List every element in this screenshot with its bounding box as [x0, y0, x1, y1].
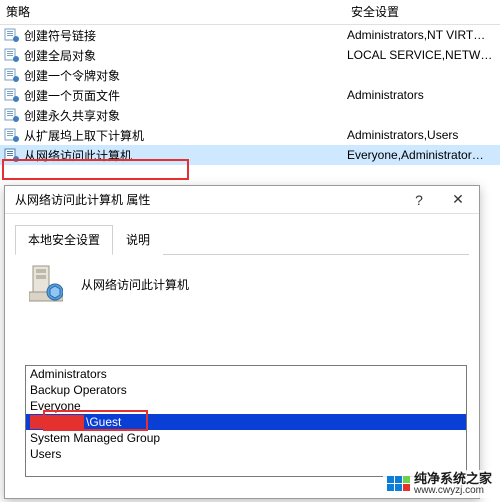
policy-row[interactable]: 创建全局对象 LOCAL SERVICE,NETW… — [0, 45, 500, 65]
watermark-logo-icon — [387, 476, 410, 491]
watermark-brand: 纯净系统之家 — [414, 472, 492, 486]
tab-explain[interactable]: 说明 — [113, 225, 163, 255]
redacted-text — [30, 415, 84, 429]
policy-security-value: Administrators,NT VIRT… — [347, 28, 500, 42]
watermark: 纯净系统之家 www.cwyzj.com — [383, 470, 496, 498]
policy-security-value: Administrators — [347, 88, 500, 102]
tab-local-security[interactable]: 本地安全设置 — [15, 225, 113, 255]
principals-listbox[interactable]: Administrators Backup Operators Everyone… — [25, 365, 467, 477]
policy-icon — [4, 67, 20, 83]
list-item[interactable]: Everyone — [26, 398, 466, 414]
dialog-title: 从网络访问此计算机 属性 — [15, 191, 150, 208]
properties-dialog: 从网络访问此计算机 属性 ? ✕ 本地安全设置 说明 从网络访问此计算机 Adm… — [4, 185, 480, 499]
watermark-url: www.cwyzj.com — [414, 486, 492, 497]
close-button[interactable]: ✕ — [437, 186, 479, 213]
policy-icon — [4, 87, 20, 103]
policy-row[interactable]: 创建一个页面文件 Administrators — [0, 85, 500, 105]
list-item[interactable]: System Managed Group — [26, 430, 466, 446]
help-icon: ? — [415, 192, 423, 208]
column-header-policy[interactable]: 策略 — [0, 3, 345, 20]
policy-name: 从网络访问此计算机 — [24, 147, 347, 164]
policy-name: 创建永久共享对象 — [24, 107, 347, 124]
column-header-security[interactable]: 安全设置 — [345, 3, 500, 20]
policy-icon — [4, 147, 20, 163]
policy-icon — [4, 127, 20, 143]
policy-name: 创建一个令牌对象 — [24, 67, 347, 84]
policy-name: 创建全局对象 — [24, 47, 347, 64]
policy-icon — [4, 47, 20, 63]
policy-security-value: Everyone,Administrator… — [347, 148, 500, 162]
help-button[interactable]: ? — [401, 186, 437, 213]
policy-row[interactable]: 从扩展坞上取下计算机 Administrators,Users — [0, 125, 500, 145]
policy-list-header: 策略 安全设置 — [0, 0, 500, 25]
policy-name: 创建符号链接 — [24, 27, 347, 44]
close-icon: ✕ — [452, 191, 464, 208]
policy-list: 策略 安全设置 创建符号链接 Administrators,NT VIRT… 创… — [0, 0, 500, 165]
policy-security-value: Administrators,Users — [347, 128, 500, 142]
tab-strip: 本地安全设置 说明 — [15, 224, 469, 255]
server-icon — [29, 264, 63, 304]
list-item[interactable]: Administrators — [26, 366, 466, 382]
dialog-titlebar[interactable]: 从网络访问此计算机 属性 ? ✕ — [5, 186, 479, 214]
policy-row[interactable]: 创建一个令牌对象 — [0, 65, 500, 85]
list-item[interactable]: Users — [26, 446, 466, 462]
policy-row[interactable]: 创建符号链接 Administrators,NT VIRT… — [0, 25, 500, 45]
list-item-selected[interactable]: \Guest — [26, 414, 466, 430]
policy-security-value: LOCAL SERVICE,NETW… — [347, 48, 500, 62]
policy-row[interactable]: 创建永久共享对象 — [0, 105, 500, 125]
policy-icon — [4, 107, 20, 123]
guest-suffix: \Guest — [86, 415, 121, 429]
policy-name: 从扩展坞上取下计算机 — [24, 127, 347, 144]
policy-icon — [4, 27, 20, 43]
list-item[interactable]: Backup Operators — [26, 382, 466, 398]
policy-name: 创建一个页面文件 — [24, 87, 347, 104]
dialog-heading: 从网络访问此计算机 — [81, 276, 189, 293]
policy-row-selected[interactable]: 从网络访问此计算机 Everyone,Administrator… — [0, 145, 500, 165]
